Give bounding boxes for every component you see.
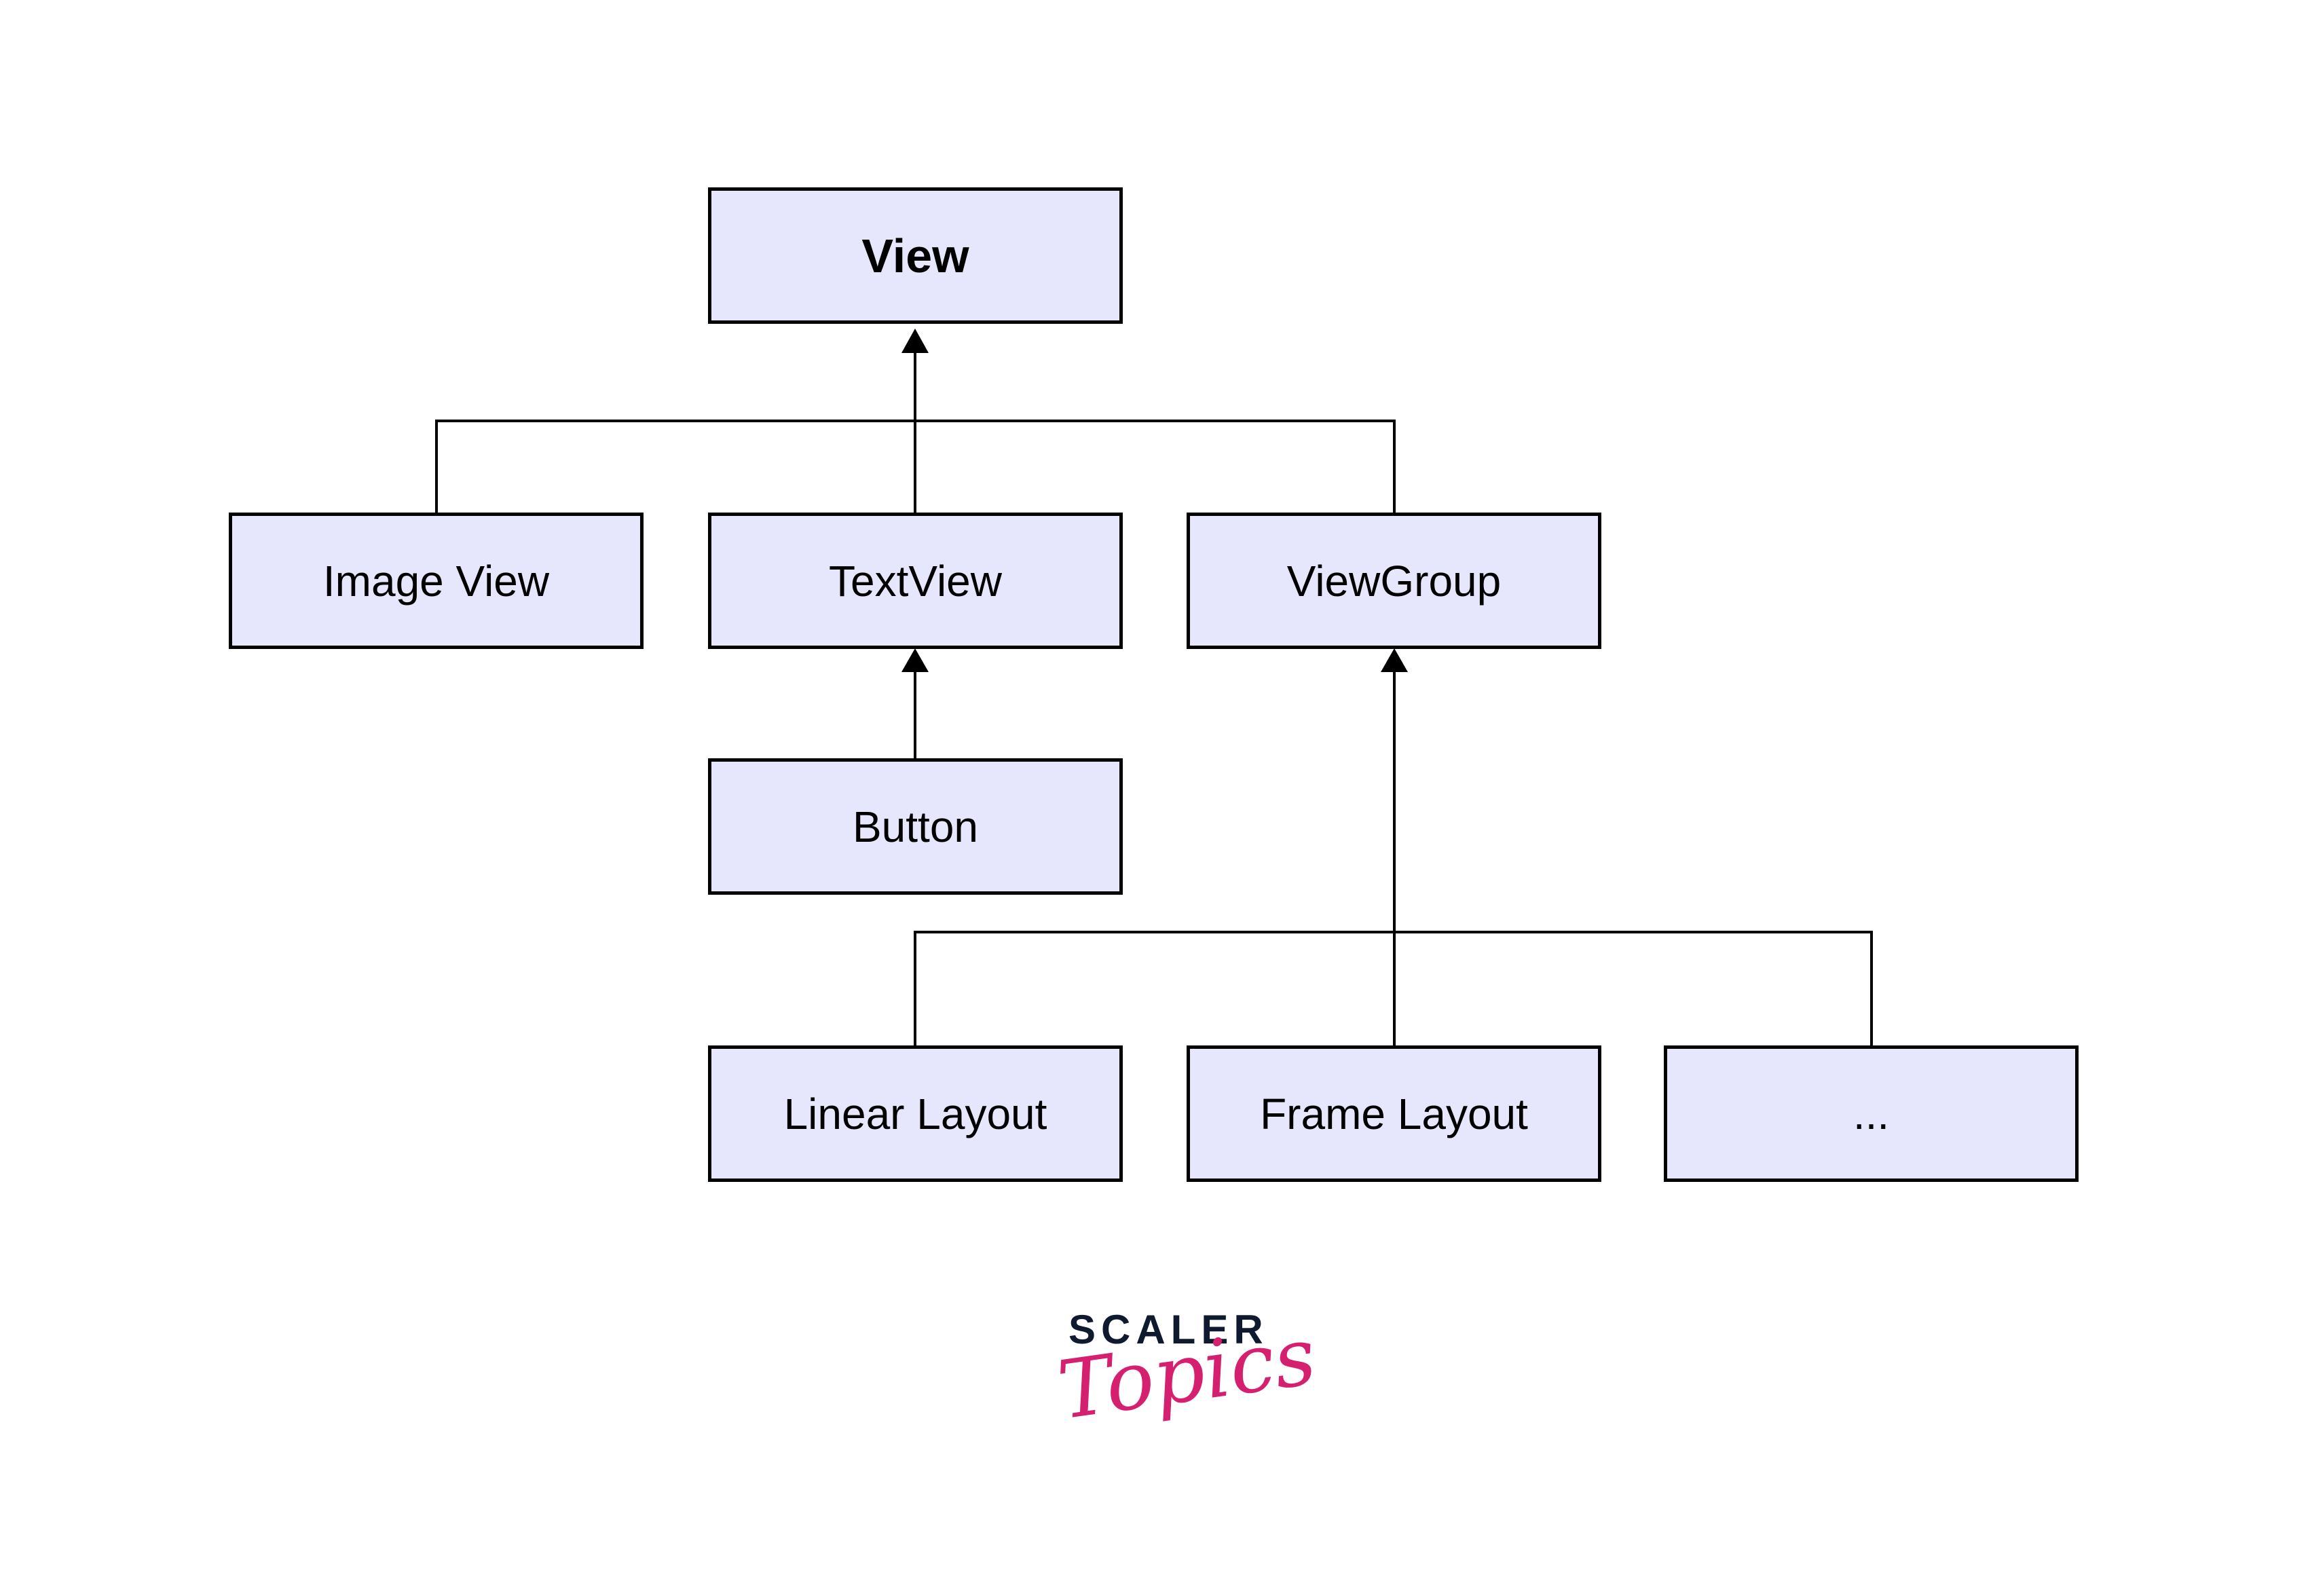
- node-frame-layout: Frame Layout: [1187, 1045, 1601, 1182]
- node-view-label: View: [861, 229, 969, 282]
- node-image-view: Image View: [229, 513, 644, 649]
- node-text-view: TextView: [708, 513, 1123, 649]
- node-button-label: Button: [852, 802, 979, 851]
- node-button: Button: [708, 758, 1123, 895]
- node-text-view-label: TextView: [829, 556, 1002, 606]
- scaler-topics-logo: SCALER Topics: [1045, 1297, 1321, 1473]
- node-image-view-label: Image View: [322, 556, 550, 606]
- node-linear-layout: Linear Layout: [708, 1045, 1123, 1182]
- node-more-label: ...: [1853, 1089, 1890, 1138]
- node-more: ...: [1664, 1045, 2079, 1182]
- node-linear-layout-label: Linear Layout: [783, 1089, 1047, 1138]
- arrowhead-to-textview: [901, 648, 929, 672]
- node-view: View: [708, 187, 1123, 324]
- arrowhead-to-view: [901, 329, 929, 353]
- node-view-group: ViewGroup: [1187, 513, 1601, 649]
- node-view-group-label: ViewGroup: [1286, 556, 1502, 606]
- node-frame-layout-label: Frame Layout: [1260, 1089, 1528, 1138]
- arrowhead-to-viewgroup: [1381, 648, 1408, 672]
